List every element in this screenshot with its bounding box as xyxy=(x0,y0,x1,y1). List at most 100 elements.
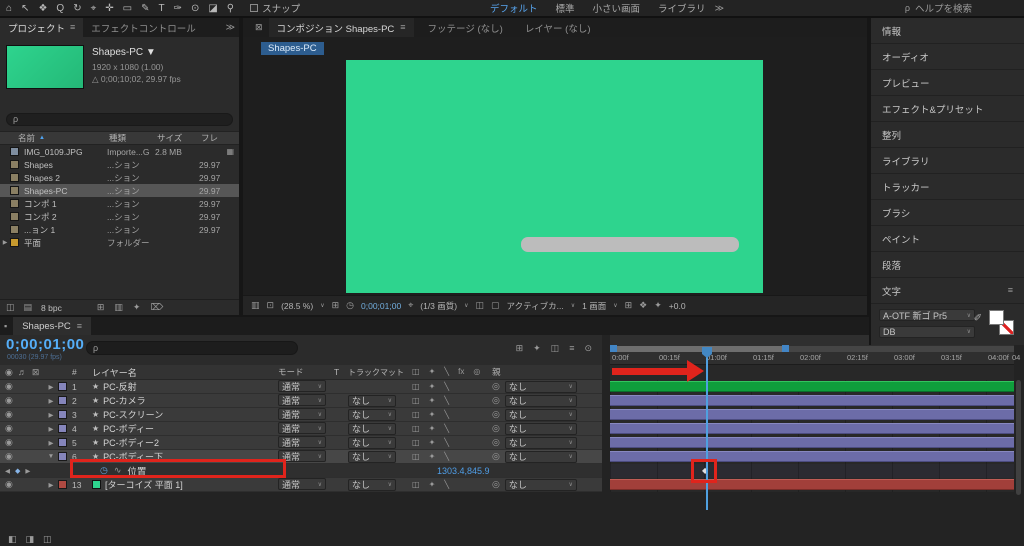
panel-menu-icon[interactable]: ≡ xyxy=(77,322,82,331)
thumbnail-view-icon[interactable]: ◫ xyxy=(6,303,15,312)
layer-name[interactable]: PC-ボディー2 xyxy=(103,436,159,449)
track-matte-dropdown[interactable]: なし∨ xyxy=(348,451,396,463)
tab-effect-controls[interactable]: エフェクトコントロール xyxy=(83,18,204,37)
list-view-icon[interactable]: ▤ xyxy=(24,303,33,312)
layer-expander-icon[interactable]: ▼ xyxy=(44,453,58,460)
selection-tool-icon[interactable]: ↖ xyxy=(21,3,29,14)
collapse-switch-icon[interactable]: ✦ xyxy=(429,383,436,391)
current-time-indicator[interactable] xyxy=(706,347,708,510)
panel-tab-align[interactable]: 整列 xyxy=(871,122,1024,148)
column-header-frame[interactable]: フレ xyxy=(201,132,239,144)
playhead-handle[interactable] xyxy=(702,347,712,354)
work-area-start-handle[interactable] xyxy=(610,345,617,352)
layer-duration-bar[interactable] xyxy=(610,423,1014,434)
column-header-trackmatte[interactable]: トラックマット xyxy=(348,367,406,378)
layer-duration-bar[interactable] xyxy=(610,451,1014,462)
project-row[interactable]: Shapes 2 ...ション 29.97 xyxy=(0,171,239,184)
workspace-tab-small-screen[interactable]: 小さい画面 xyxy=(593,1,641,15)
tab-project[interactable]: プロジェクト ≡ xyxy=(0,18,83,37)
project-row[interactable]: Shapes ...ション 29.97 xyxy=(0,158,239,171)
tab-footage[interactable]: フッテージ (なし) xyxy=(420,18,511,37)
workspace-tab-libraries[interactable]: ライブラリ xyxy=(658,1,706,15)
blend-mode-dropdown[interactable]: 通常∨ xyxy=(278,436,326,448)
solid-color-swatch[interactable] xyxy=(92,480,101,489)
pickwhip-icon[interactable]: ◎ xyxy=(492,480,500,489)
workspace-tab-default[interactable]: デフォルト xyxy=(490,1,538,15)
motion-blur-icon[interactable]: ⊙ xyxy=(584,344,592,353)
parent-dropdown[interactable]: なし∨ xyxy=(505,381,577,393)
previous-keyframe-icon[interactable]: ◀ xyxy=(5,467,10,475)
eye-icon[interactable]: ◉ xyxy=(5,424,13,433)
composition-thumbnail[interactable] xyxy=(6,45,84,89)
composition-name-label[interactable]: Shapes-PC xyxy=(261,42,324,55)
collapse-switch-icon[interactable]: ✦ xyxy=(429,481,436,489)
layer-name[interactable]: PC-カメラ xyxy=(103,394,146,407)
track-matte-dropdown[interactable]: なし∨ xyxy=(348,395,396,407)
panel-tab-brushes[interactable]: ブラシ xyxy=(871,200,1024,226)
composition-canvas[interactable] xyxy=(346,60,763,293)
collapse-switch-icon[interactable]: ✦ xyxy=(429,411,436,419)
project-row[interactable]: ...ョン 1 ...ション 29.97 xyxy=(0,223,239,236)
exposure-value[interactable]: +0.0 xyxy=(669,301,686,311)
panel-tab-paint[interactable]: ペイント xyxy=(871,226,1024,252)
always-preview-icon[interactable]: ▥ xyxy=(251,301,260,310)
composition-mini-flowchart-icon[interactable]: ⊞ xyxy=(516,344,524,353)
workspace-tab-standard[interactable]: 標準 xyxy=(556,1,575,15)
blend-mode-dropdown[interactable]: 通常∨ xyxy=(278,394,326,406)
layer-name[interactable]: PC-ボディー xyxy=(103,422,154,435)
project-row[interactable]: コンポ 2 ...ション 29.97 xyxy=(0,210,239,223)
quality-switch-icon[interactable]: ╲ xyxy=(444,383,449,391)
tab-timeline-shapes-pc[interactable]: Shapes-PC ≡ xyxy=(13,317,91,335)
fast-previews-icon[interactable]: ◫ xyxy=(476,301,485,310)
layer-name[interactable]: PC-スクリーン xyxy=(103,408,163,421)
pixel-aspect-icon[interactable]: ⊞ xyxy=(625,301,633,310)
panel-tab-tracker[interactable]: トラッカー xyxy=(871,174,1024,200)
layer-duration-bar[interactable] xyxy=(610,381,1014,392)
column-header-type[interactable]: 種類 xyxy=(109,132,157,144)
fill-stroke-swatches[interactable] xyxy=(989,310,1014,335)
layer-row-13[interactable]: ◉ ▶ 13 [ターコイズ 平面 1] 通常∨ なし∨ ◫✦╲ ◎なし∨ xyxy=(0,478,1024,492)
layer-expander-icon[interactable]: ▶ xyxy=(44,425,58,433)
eye-icon[interactable]: ◉ xyxy=(5,452,13,461)
column-header-layer-name[interactable]: レイヤー名 xyxy=(92,366,278,379)
pan-behind-tool-icon[interactable]: ✛ xyxy=(105,3,113,14)
shy-switch-icon[interactable]: ◫ xyxy=(412,383,420,391)
collapse-switch-icon[interactable]: ✦ xyxy=(429,397,436,405)
layer-row-4[interactable]: ◉ ▶ 4 ★PC-ボディー 通常∨ なし∨ ◫✦╲ ◎なし∨ xyxy=(0,422,1024,436)
label-color-chip[interactable] xyxy=(58,410,67,419)
magnification-dropdown[interactable]: (28.5 %) xyxy=(281,301,313,311)
layer-row-5[interactable]: ◉ ▶ 5 ★PC-ボディー2 通常∨ なし∨ ◫✦╲ ◎なし∨ xyxy=(0,436,1024,450)
hide-shy-layers-icon[interactable]: ◫ xyxy=(551,344,560,353)
exposure-icon[interactable]: ✦ xyxy=(654,301,662,310)
viewer-timecode[interactable]: 0;00;01;00 xyxy=(361,301,401,311)
eye-icon[interactable]: ◉ xyxy=(5,382,13,391)
layer-row-2[interactable]: ◉ ▶ 2 ★PC-カメラ 通常∨ なし∨ ◫✦╲ ◎なし∨ xyxy=(0,394,1024,408)
expand-switches-icon[interactable]: ◨ xyxy=(26,535,35,544)
pickwhip-icon[interactable]: ◎ xyxy=(492,452,500,461)
interpret-footage-icon[interactable]: ⊞ xyxy=(97,303,105,312)
quality-switch-icon[interactable]: ╲ xyxy=(444,397,449,405)
view-layout-dropdown[interactable]: 1 画面 xyxy=(582,300,606,312)
layer-expander-icon[interactable]: ▶ xyxy=(44,397,58,405)
type-tool-icon[interactable]: T xyxy=(158,3,164,14)
lock-icon[interactable]: ⊠ xyxy=(255,23,263,32)
grid-guides-icon[interactable]: ⊞ xyxy=(332,301,340,310)
work-area-end-handle[interactable] xyxy=(782,345,789,352)
layer-expander-icon[interactable]: ▶ xyxy=(44,481,58,489)
collapse-switch-icon[interactable]: ✦ xyxy=(429,453,436,461)
track-matte-dropdown[interactable]: なし∨ xyxy=(348,423,396,435)
parent-dropdown[interactable]: なし∨ xyxy=(505,451,577,463)
column-header-size[interactable]: サイズ xyxy=(157,132,201,144)
transparency-grid-icon[interactable]: ▢ xyxy=(491,301,500,310)
frame-blending-icon[interactable]: ≡ xyxy=(569,344,574,353)
label-color-chip[interactable] xyxy=(58,452,67,461)
eraser-tool-icon[interactable]: ◪ xyxy=(208,3,217,14)
layer-row-3[interactable]: ◉ ▶ 3 ★PC-スクリーン 通常∨ なし∨ ◫✦╲ ◎なし∨ xyxy=(0,408,1024,422)
layer-duration-bar[interactable] xyxy=(610,479,1014,490)
current-time-icon[interactable]: ◷ xyxy=(346,301,354,310)
channels-icon[interactable]: ❖ xyxy=(639,301,647,310)
draft-3d-icon[interactable]: ✦ xyxy=(533,344,541,353)
pan-camera-tool-icon[interactable]: ⌖ xyxy=(91,3,97,14)
label-color-chip[interactable] xyxy=(58,382,67,391)
project-row-folder[interactable]: ▶ 平面 フォルダー xyxy=(0,236,239,249)
